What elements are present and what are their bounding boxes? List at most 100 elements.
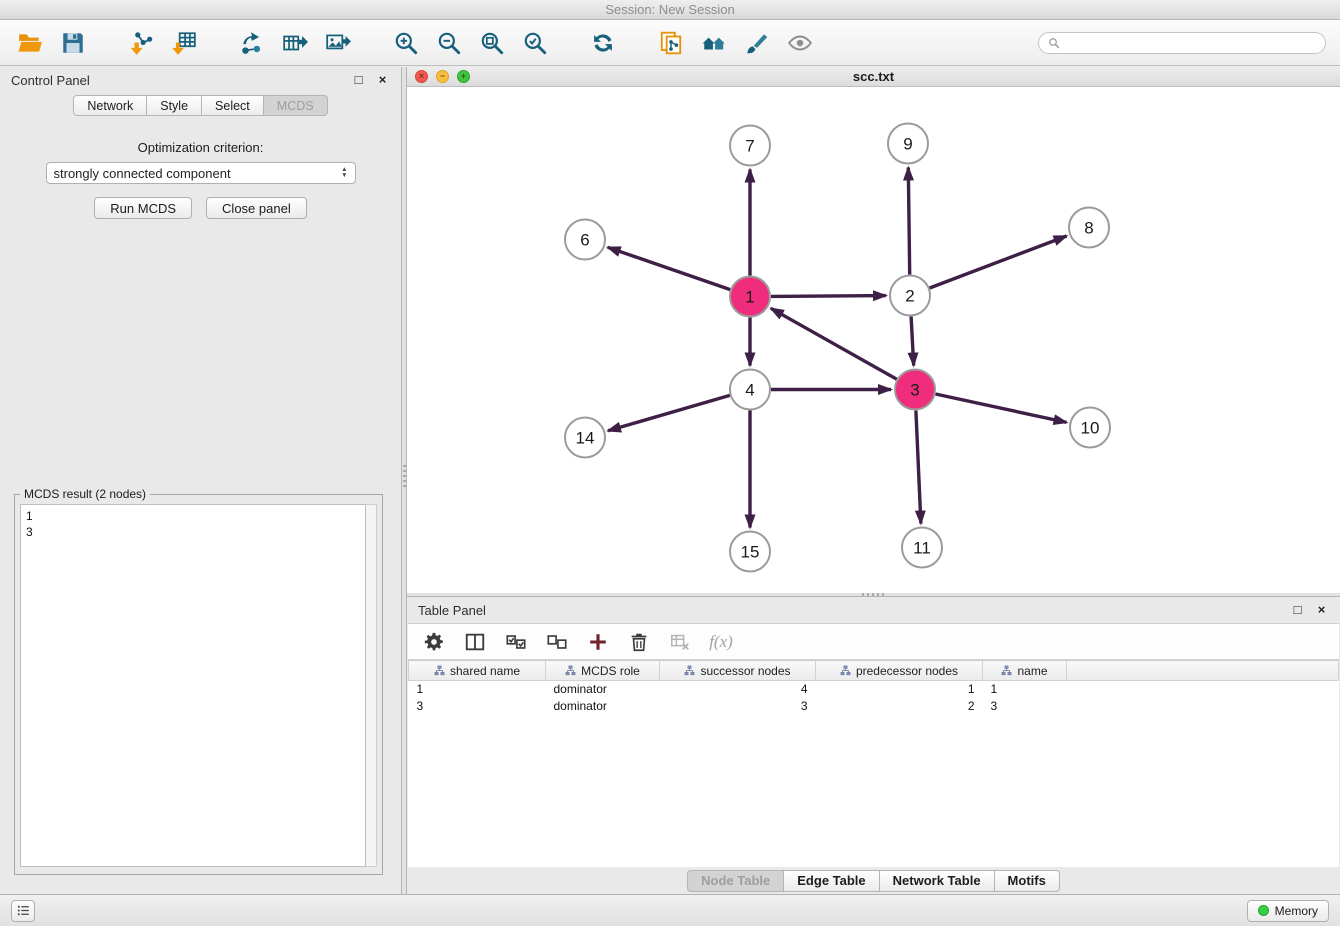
search-input[interactable]: [1065, 36, 1316, 50]
control-panel-float-button[interactable]: □: [351, 73, 366, 88]
control-panel-close-button[interactable]: ×: [375, 73, 390, 88]
copy-network-button[interactable]: [655, 27, 687, 59]
memory-button[interactable]: Memory: [1247, 900, 1329, 922]
network-window-title: scc.txt: [853, 69, 894, 84]
edge-2-8[interactable]: [930, 236, 1067, 288]
node-table[interactable]: shared nameMCDS rolesuccessor nodesprede…: [408, 660, 1339, 867]
edge-4-14[interactable]: [608, 395, 730, 430]
network-canvas[interactable]: 7 9 6 8 1 2 4 3 14 10 15 11: [407, 87, 1340, 593]
column-header-successor-nodes[interactable]: successor nodes: [660, 661, 816, 681]
node-10[interactable]: 10: [1070, 408, 1110, 448]
zoom-fit-button[interactable]: [476, 27, 508, 59]
style-button[interactable]: [741, 27, 773, 59]
function-builder-button[interactable]: f(x): [707, 628, 735, 656]
node-6[interactable]: 6: [565, 220, 605, 260]
table-cell[interactable]: 3: [983, 698, 1067, 715]
table-cell[interactable]: 1: [983, 681, 1067, 698]
tab-network-table[interactable]: Network Table: [880, 870, 995, 892]
table-cell[interactable]: 3: [660, 698, 816, 715]
edge-3-1[interactable]: [771, 308, 897, 379]
tab-motifs[interactable]: Motifs: [995, 870, 1060, 892]
edge-1-2[interactable]: [771, 296, 886, 297]
table-row[interactable]: 1dominator411: [409, 681, 1339, 698]
svg-text:8: 8: [1084, 219, 1093, 238]
zoom-out-button[interactable]: [433, 27, 465, 59]
node-7[interactable]: 7: [730, 126, 770, 166]
table-cell[interactable]: 4: [660, 681, 816, 698]
node-11[interactable]: 11: [902, 528, 942, 568]
select-all-button[interactable]: [502, 628, 530, 656]
delete-table-button[interactable]: [666, 628, 694, 656]
table-cell[interactable]: 1: [409, 681, 546, 698]
svg-text:9: 9: [903, 135, 912, 154]
export-table-button[interactable]: [279, 27, 311, 59]
columns-button[interactable]: [461, 628, 489, 656]
table-panel-float-button[interactable]: □: [1290, 603, 1305, 618]
panel-splitter-horizontal[interactable]: [407, 593, 1340, 597]
search-box[interactable]: [1038, 32, 1326, 54]
zoom-in-button[interactable]: [390, 27, 422, 59]
eye-button[interactable]: [784, 27, 816, 59]
tab-mcds[interactable]: MCDS: [264, 95, 328, 116]
table-cell[interactable]: dominator: [546, 681, 660, 698]
optimization-criterion-select[interactable]: strongly connected component ▲▼: [46, 162, 356, 184]
table-panel: Table Panel □ × f(x) shared nameMCDS rol…: [407, 597, 1340, 894]
zoom-fit-icon: [479, 30, 505, 56]
table-panel-close-button[interactable]: ×: [1314, 603, 1329, 618]
node-3[interactable]: 3: [895, 370, 935, 410]
save-session-button[interactable]: [57, 27, 89, 59]
tab-node-table[interactable]: Node Table: [687, 870, 784, 892]
edge-2-9[interactable]: [908, 168, 909, 275]
maximize-window-button[interactable]: +: [457, 70, 470, 83]
new-network-button[interactable]: [236, 27, 268, 59]
export-image-button[interactable]: [322, 27, 354, 59]
column-header-shared-name[interactable]: shared name: [409, 661, 546, 681]
tab-select[interactable]: Select: [202, 95, 264, 116]
result-scrollbar[interactable]: [366, 504, 377, 867]
tab-style[interactable]: Style: [147, 95, 202, 116]
tab-network[interactable]: Network: [73, 95, 147, 116]
node-15[interactable]: 15: [730, 532, 770, 572]
node-2[interactable]: 2: [890, 276, 930, 316]
column-header-predecessor-nodes[interactable]: predecessor nodes: [816, 661, 983, 681]
table-panel-title: Table Panel: [418, 603, 486, 618]
column-type-icon: [434, 665, 445, 676]
node-9[interactable]: 9: [888, 124, 928, 164]
table-cell[interactable]: 2: [816, 698, 983, 715]
minimize-window-button[interactable]: −: [436, 70, 449, 83]
open-file-button[interactable]: [14, 27, 46, 59]
import-table-button[interactable]: [168, 27, 200, 59]
edge-3-11[interactable]: [916, 411, 921, 524]
home-button[interactable]: [698, 27, 730, 59]
node-4[interactable]: 4: [730, 370, 770, 410]
refresh-button[interactable]: [587, 27, 619, 59]
add-column-button[interactable]: [584, 628, 612, 656]
edge-2-3[interactable]: [911, 317, 914, 366]
tab-edge-table[interactable]: Edge Table: [784, 870, 879, 892]
node-8[interactable]: 8: [1069, 208, 1109, 248]
column-header-MCDS-role[interactable]: MCDS role: [546, 661, 660, 681]
control-panel-title: Control Panel: [11, 73, 90, 88]
settings-gear-button[interactable]: [420, 628, 448, 656]
table-cell[interactable]: 3: [409, 698, 546, 715]
save-session-icon: [60, 30, 86, 56]
edge-3-10[interactable]: [936, 394, 1067, 422]
table-cell[interactable]: dominator: [546, 698, 660, 715]
panel-splitter-vertical[interactable]: [401, 67, 407, 894]
edge-1-6[interactable]: [608, 247, 731, 289]
table-cell[interactable]: 1: [816, 681, 983, 698]
table-row[interactable]: 3dominator323: [409, 698, 1339, 715]
import-network-button[interactable]: [125, 27, 157, 59]
column-header-name[interactable]: name: [983, 661, 1067, 681]
zoom-selected-button[interactable]: [519, 27, 551, 59]
mcds-result-list[interactable]: 13: [20, 504, 366, 867]
column-type-icon: [1001, 665, 1012, 676]
task-history-button[interactable]: [11, 900, 35, 922]
run-mcds-button[interactable]: Run MCDS: [94, 197, 192, 219]
close-panel-button[interactable]: Close panel: [206, 197, 307, 219]
node-1[interactable]: 1: [730, 277, 770, 317]
delete-column-button[interactable]: [625, 628, 653, 656]
node-14[interactable]: 14: [565, 418, 605, 458]
close-window-button[interactable]: ×: [415, 70, 428, 83]
deselect-all-button[interactable]: [543, 628, 571, 656]
